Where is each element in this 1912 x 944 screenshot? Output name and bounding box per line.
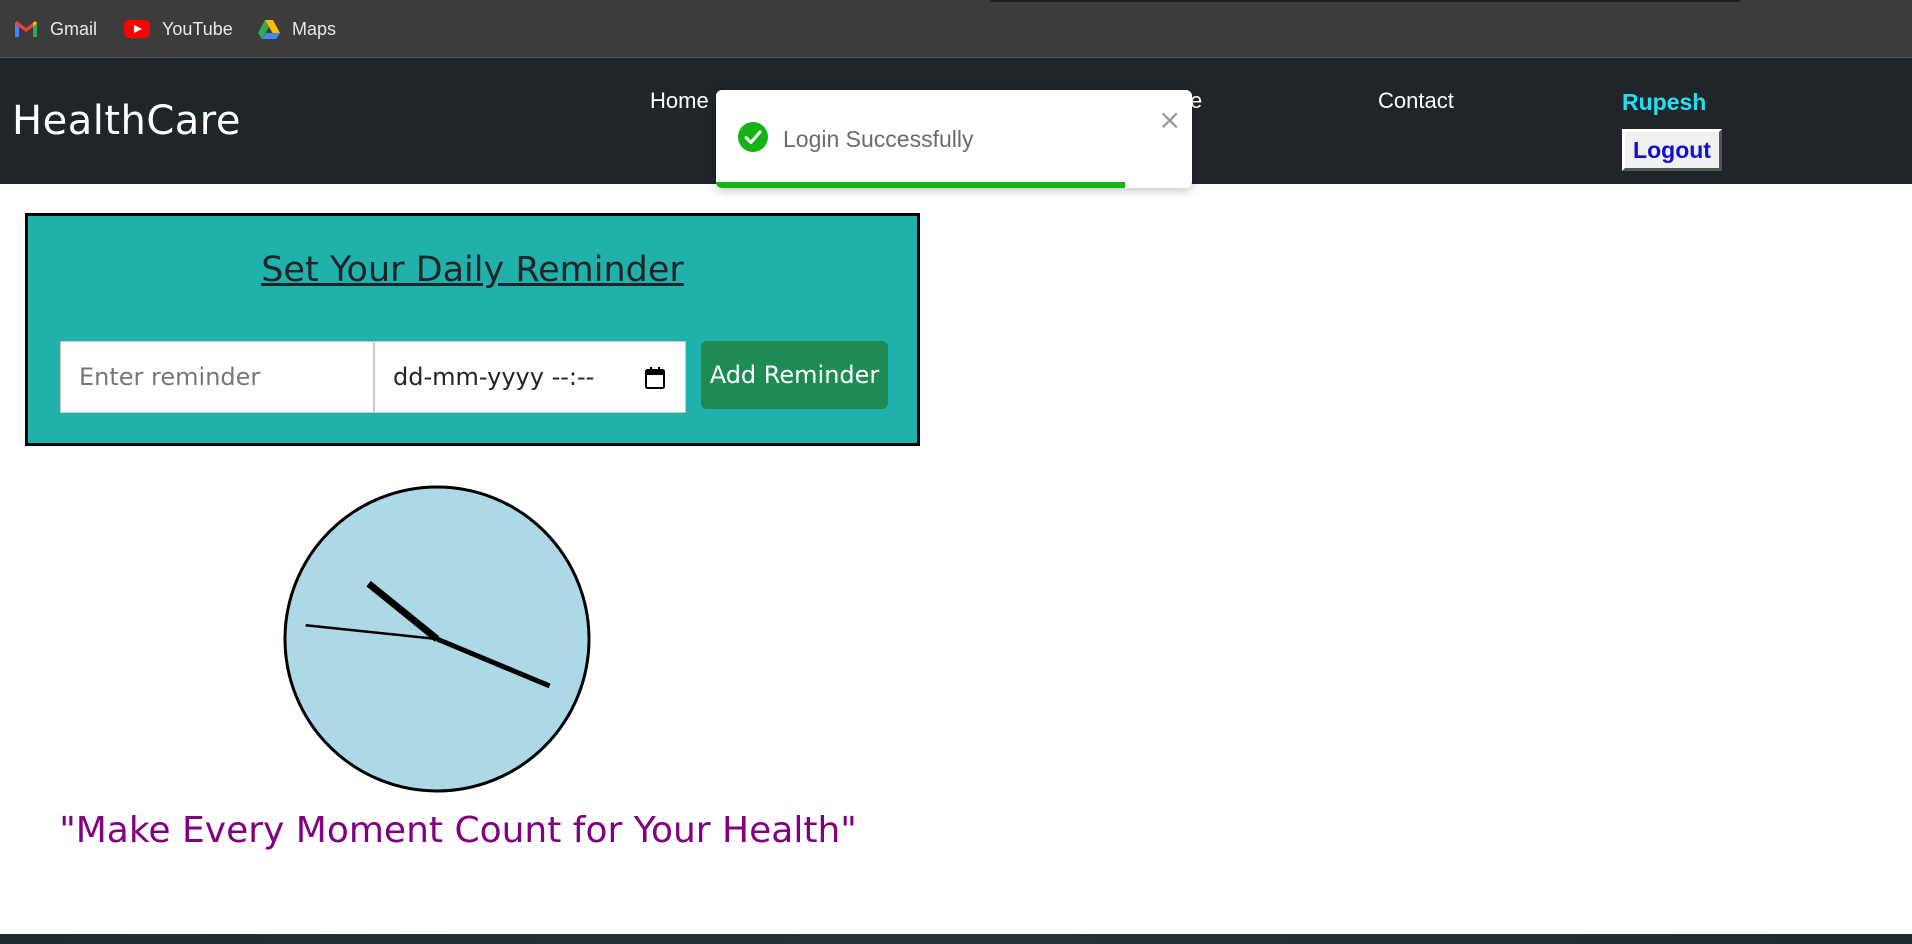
- add-reminder-button[interactable]: Add Reminder: [701, 341, 888, 409]
- toast-progress-bar: [716, 182, 1126, 188]
- nav-link-contact[interactable]: Contact: [1378, 88, 1454, 114]
- calendar-icon[interactable]: [645, 367, 665, 389]
- health-quote: "Make Every Moment Count for Your Health…: [59, 810, 857, 851]
- brand-logo[interactable]: HealthCare: [12, 98, 241, 144]
- bookmark-gmail[interactable]: Gmail: [14, 18, 97, 40]
- success-check-icon: [738, 122, 768, 152]
- logout-button[interactable]: Logout: [1622, 129, 1722, 171]
- taskbar-edge: [0, 934, 1912, 944]
- toast-notification: Login Successfully ×: [716, 90, 1192, 188]
- analog-clock: [283, 485, 591, 793]
- reminder-title: Set Your Daily Reminder: [261, 250, 684, 290]
- bookmark-maps[interactable]: Maps: [258, 18, 336, 40]
- username: Rupesh: [1622, 89, 1707, 115]
- gmail-icon: [15, 21, 37, 37]
- bookmark-label: Maps: [292, 18, 337, 39]
- bookmark-label: YouTube: [162, 18, 233, 39]
- reminder-card: Set Your Daily Reminder dd-mm-yyyy --:--…: [25, 213, 920, 446]
- bookmark-label: Gmail: [50, 18, 98, 39]
- tab-strip-edge: [990, 0, 1740, 2]
- maps-icon: [258, 20, 280, 39]
- toast-message: Login Successfully: [783, 126, 974, 152]
- close-icon[interactable]: ×: [1158, 106, 1181, 134]
- bookmarks-bar: Gmail YouTube Maps: [0, 0, 1912, 58]
- bookmark-youtube[interactable]: YouTube: [124, 18, 233, 40]
- reminder-input[interactable]: [60, 341, 374, 413]
- datetime-placeholder: dd-mm-yyyy --:--: [393, 363, 595, 391]
- datetime-input[interactable]: dd-mm-yyyy --:--: [374, 341, 686, 413]
- youtube-icon: [124, 20, 150, 38]
- nav-link-home[interactable]: Home: [650, 88, 709, 114]
- toast-progress-track: [716, 182, 1192, 188]
